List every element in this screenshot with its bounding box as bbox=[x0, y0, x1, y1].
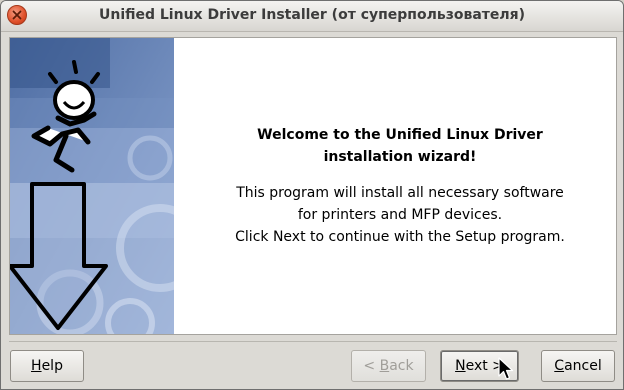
welcome-description-line-1: This program will install all necessary … bbox=[236, 185, 564, 201]
welcome-description-line-3: Click Next to continue with the Setup pr… bbox=[235, 229, 565, 245]
back-button[interactable]: < Back bbox=[351, 350, 426, 382]
welcome-heading-line-1: Welcome to the Unified Linux Driver bbox=[257, 127, 543, 143]
welcome-description-line-2: for printers and MFP devices. bbox=[297, 207, 503, 223]
installer-mascot-arrow-illustration bbox=[10, 38, 174, 334]
welcome-heading-line-2: installation wizard! bbox=[323, 149, 477, 165]
next-button-mnemonic: N bbox=[455, 358, 466, 374]
back-button-prefix: < bbox=[363, 358, 380, 374]
mouse-pointer-icon bbox=[498, 357, 514, 380]
window-title: Unified Linux Driver Installer (от супер… bbox=[98, 7, 526, 23]
cancel-button-mnemonic: C bbox=[554, 358, 565, 374]
help-button-label: elp bbox=[41, 358, 63, 374]
help-button-mnemonic: H bbox=[31, 358, 42, 374]
welcome-heading: Welcome to the Unified Linux Driver inst… bbox=[180, 124, 620, 168]
button-area-separator bbox=[9, 341, 617, 342]
help-button[interactable]: Help bbox=[10, 350, 84, 382]
back-button-mnemonic: B bbox=[379, 358, 390, 374]
installer-side-illustration bbox=[10, 38, 174, 334]
welcome-description: This program will install all necessary … bbox=[180, 182, 620, 248]
cancel-button-label: ancel bbox=[564, 358, 602, 374]
cancel-button[interactable]: Cancel bbox=[541, 350, 615, 382]
installer-window: Unified Linux Driver Installer (от супер… bbox=[0, 0, 624, 390]
back-button-label: ack bbox=[389, 358, 414, 374]
welcome-text-block: Welcome to the Unified Linux Driver inst… bbox=[180, 124, 620, 248]
wizard-content-panel: Welcome to the Unified Linux Driver inst… bbox=[9, 37, 617, 335]
title-bar[interactable]: Unified Linux Driver Installer (от супер… bbox=[1, 1, 623, 32]
